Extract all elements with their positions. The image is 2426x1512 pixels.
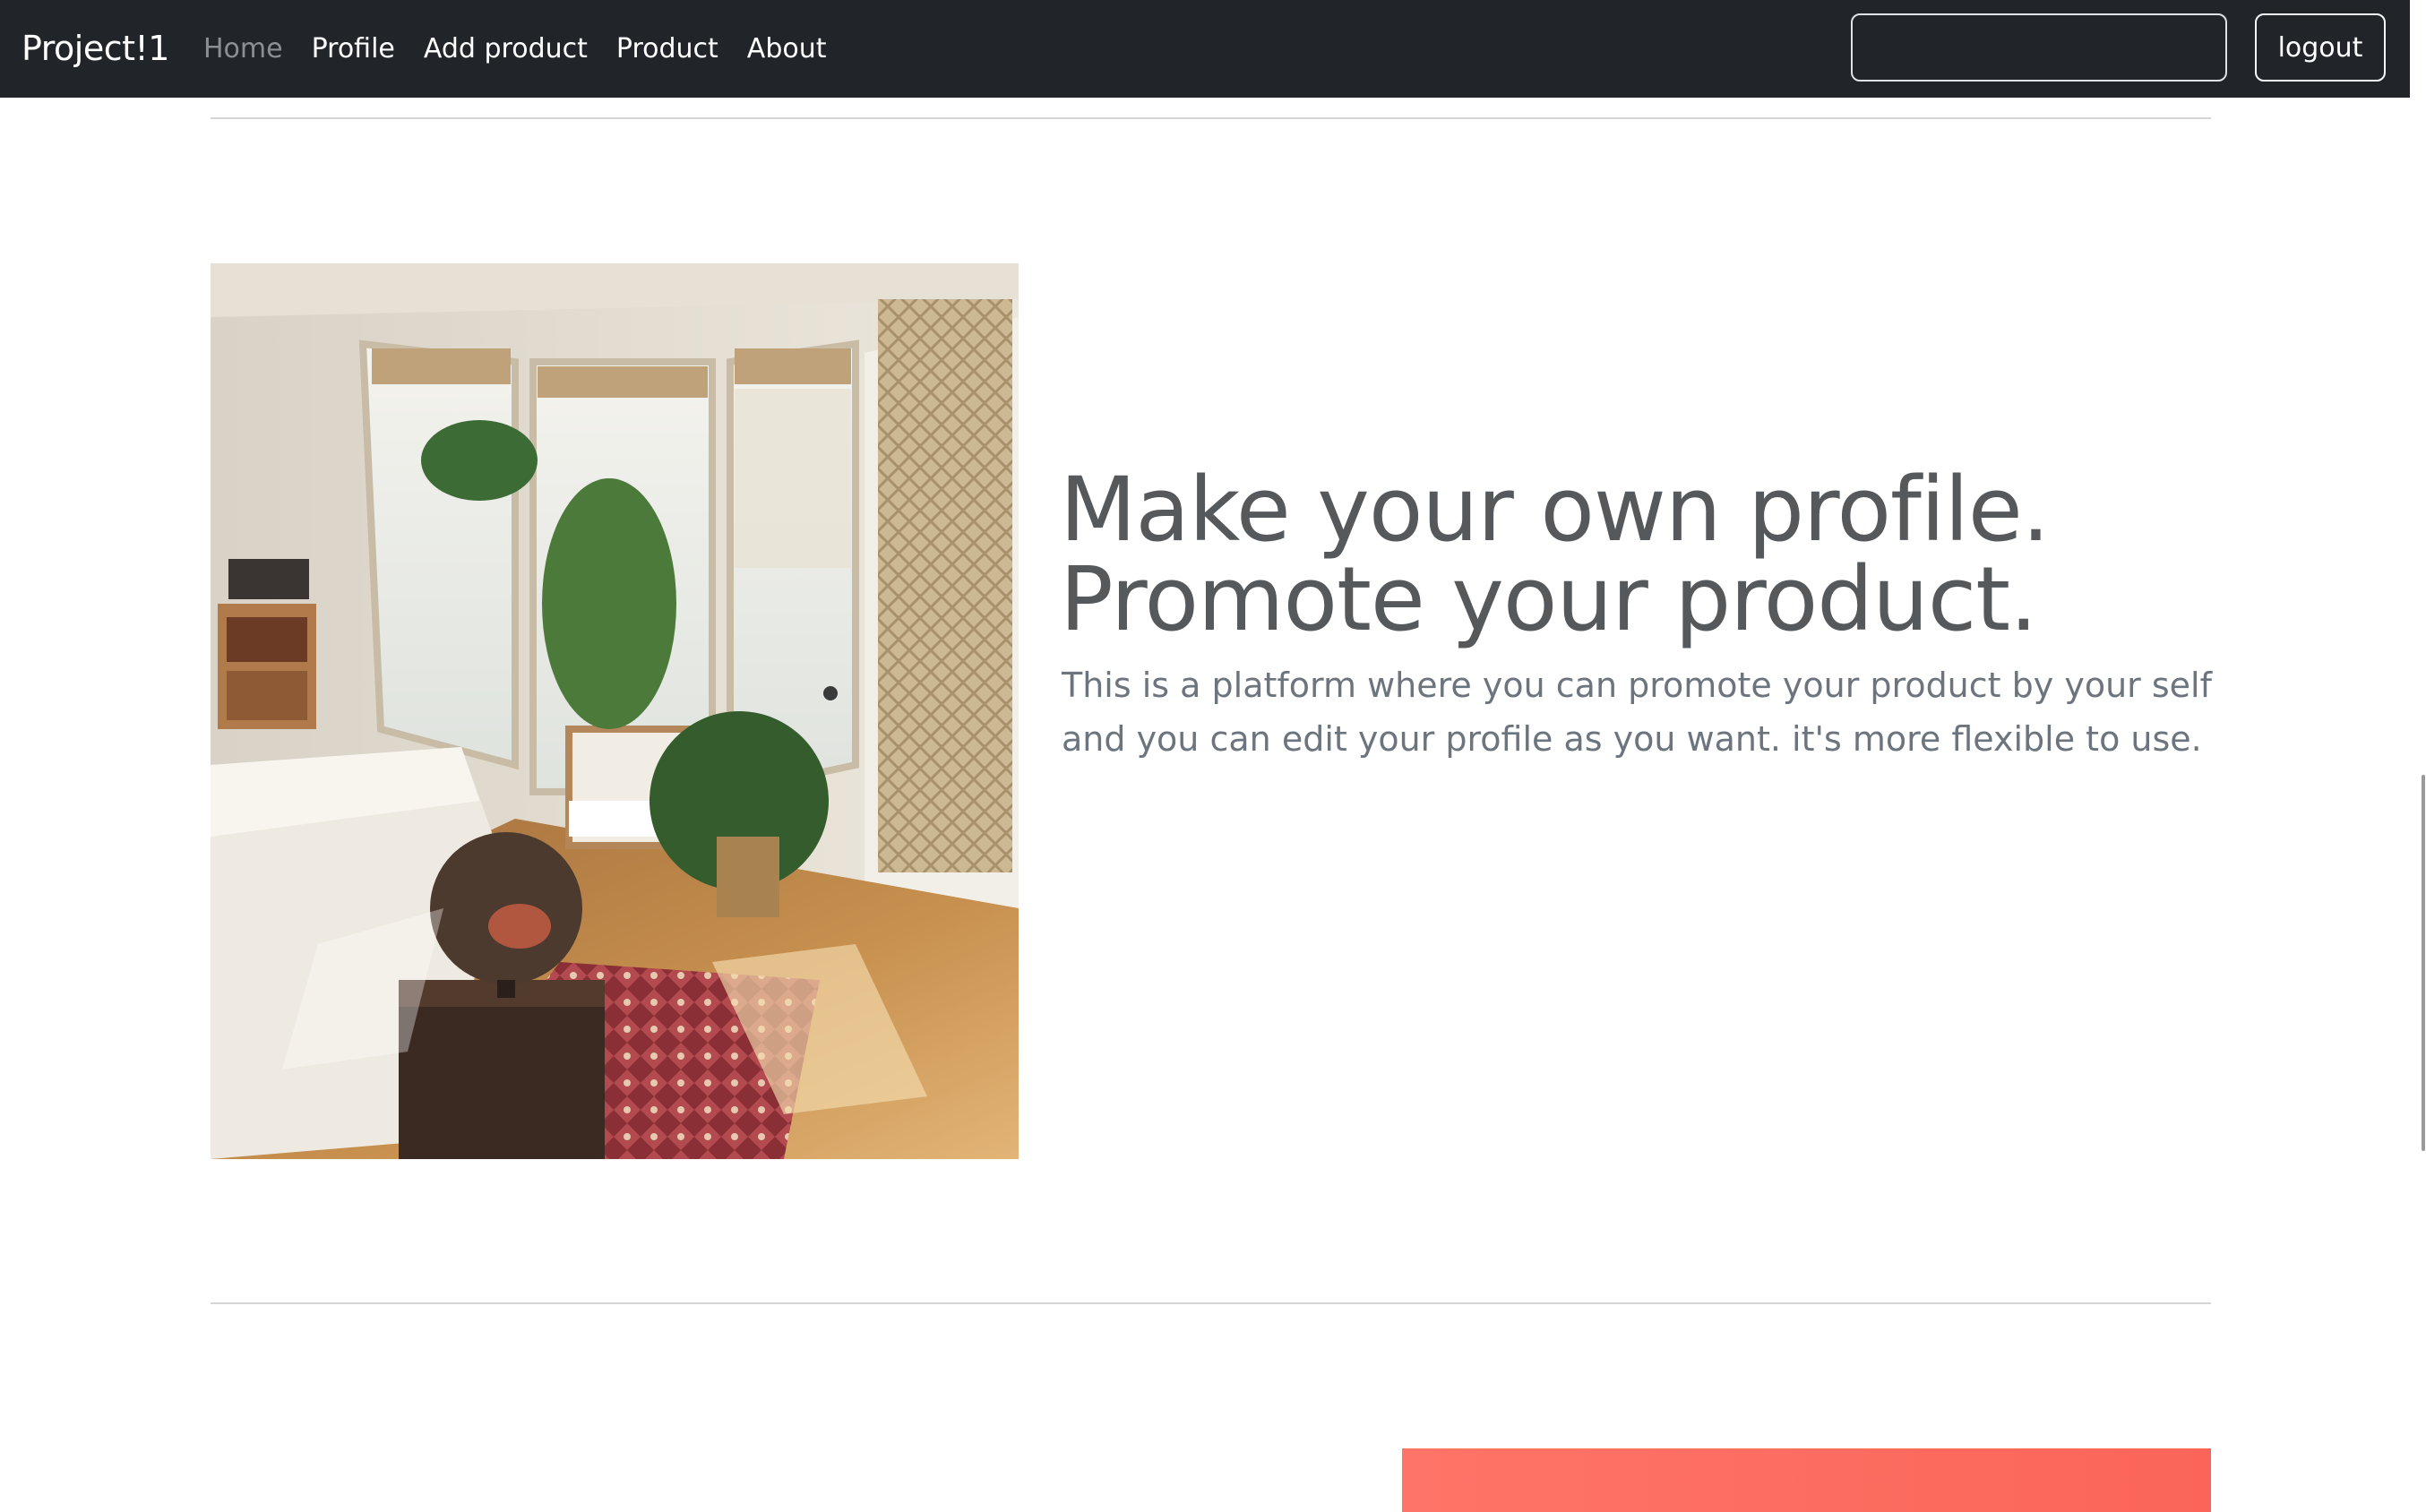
hero-heading-line2: Promote your product. bbox=[1060, 548, 2038, 651]
hero-heading-line1: Make your own profile. bbox=[1060, 459, 2050, 562]
brand-logo[interactable]: Project!1 bbox=[22, 23, 169, 73]
bedroom-photo-icon bbox=[211, 263, 1019, 1159]
nav-link-profile[interactable]: Profile bbox=[312, 27, 395, 72]
top-navbar: Project!1 Home Profile Add product Produ… bbox=[0, 0, 2426, 98]
nav-link-product[interactable]: Product bbox=[616, 27, 718, 72]
logout-button[interactable]: logout bbox=[2255, 13, 2386, 82]
nav-link-about[interactable]: About bbox=[747, 27, 827, 72]
scrollbar-track[interactable] bbox=[2410, 0, 2426, 1512]
hero-lead-text: This is a platform where you can promote… bbox=[1062, 666, 2212, 759]
section-divider-top bbox=[211, 117, 2211, 119]
bedroom-photo bbox=[211, 263, 1019, 1159]
hero-heading: Make your own profile. Promote your prod… bbox=[1060, 466, 2215, 645]
search-input[interactable] bbox=[1851, 13, 2227, 82]
nav-links: Home Profile Add product Product About bbox=[203, 27, 856, 72]
nav-link-add-product[interactable]: Add product bbox=[424, 27, 588, 72]
nav-link-home[interactable]: Home bbox=[203, 27, 283, 72]
section-divider-bottom bbox=[211, 1302, 2211, 1304]
next-section-image bbox=[1402, 1448, 2211, 1512]
scrollbar-thumb[interactable] bbox=[2422, 775, 2425, 1151]
